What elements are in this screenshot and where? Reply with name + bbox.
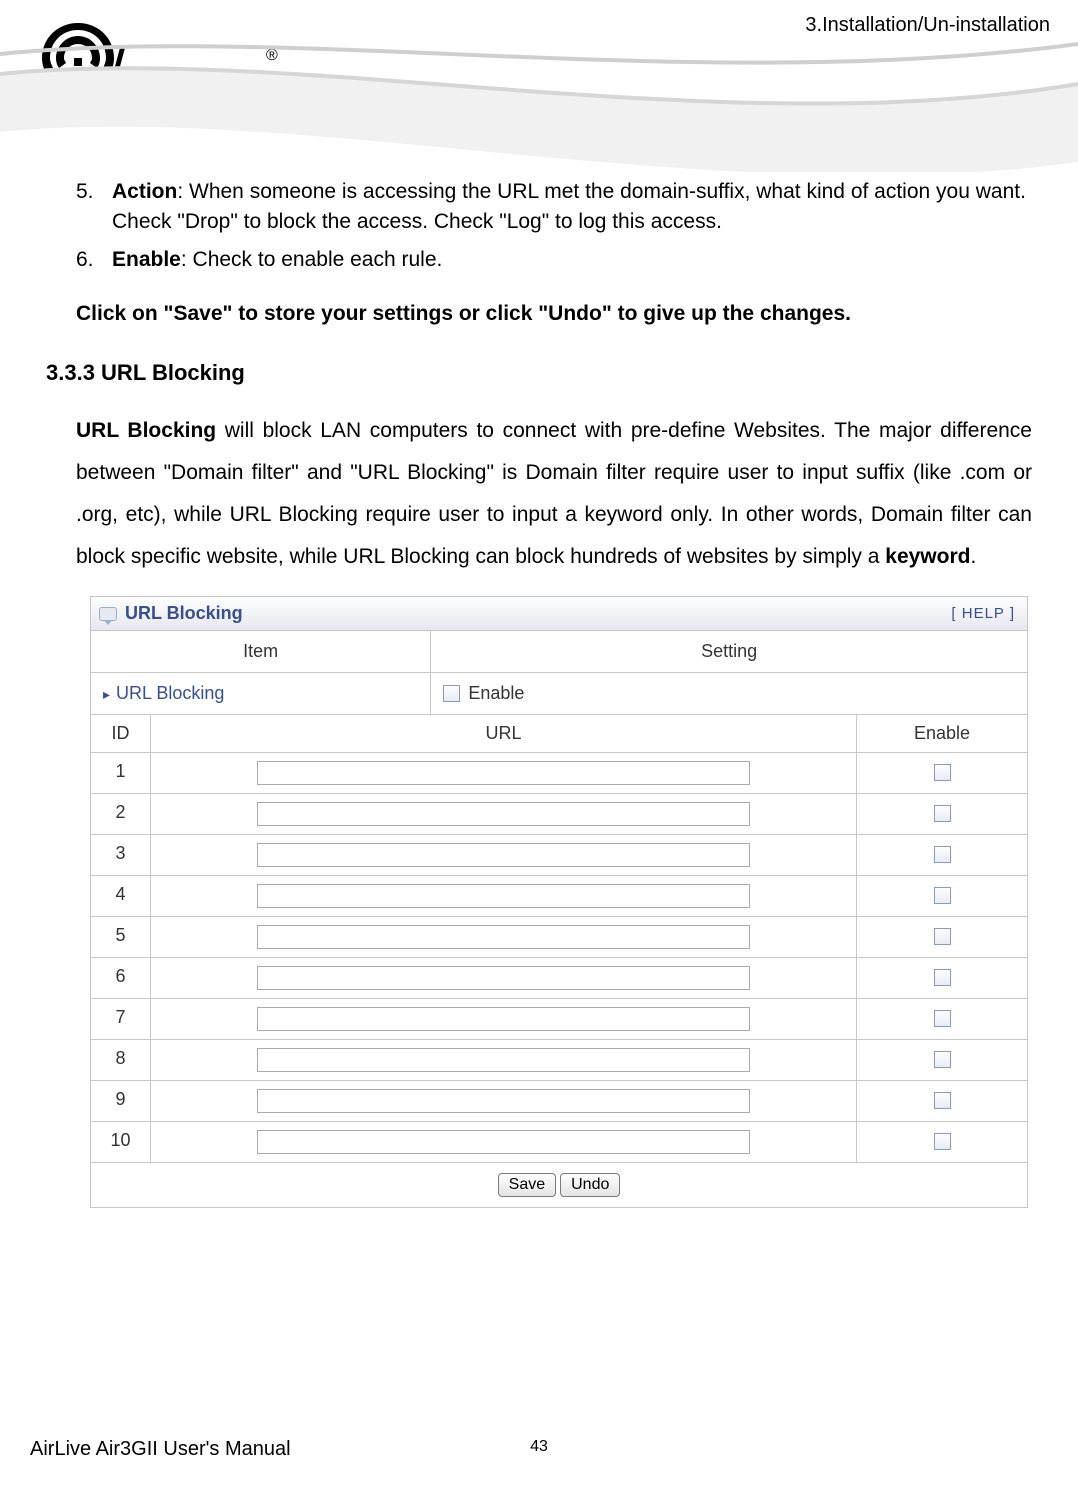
url-input[interactable] bbox=[257, 802, 750, 826]
table-row: 9 bbox=[91, 1081, 1027, 1122]
row-id: 5 bbox=[91, 917, 151, 957]
row-id: 8 bbox=[91, 1040, 151, 1080]
keyword-bold: keyword bbox=[885, 545, 970, 568]
panel-title: URL Blocking bbox=[125, 603, 243, 624]
speech-bubble-icon bbox=[99, 607, 117, 621]
enable-bold: Enable bbox=[112, 248, 181, 271]
url-blocking-panel: URL Blocking [ HELP ] Item Setting URL B… bbox=[90, 596, 1028, 1208]
section-heading: 3.3.3 URL Blocking bbox=[46, 360, 1032, 386]
enable-column-header: Enable bbox=[857, 715, 1027, 752]
manual-title: AirLive Air3GII User's Manual bbox=[30, 1438, 291, 1461]
table-row: 10 bbox=[91, 1122, 1027, 1163]
row-id: 7 bbox=[91, 999, 151, 1039]
save-button[interactable]: Save bbox=[498, 1173, 556, 1197]
row-enable-checkbox[interactable] bbox=[934, 1133, 951, 1150]
row-enable-checkbox[interactable] bbox=[934, 1051, 951, 1068]
row-enable-checkbox[interactable] bbox=[934, 846, 951, 863]
row-enable-checkbox[interactable] bbox=[934, 887, 951, 904]
url-input[interactable] bbox=[257, 925, 750, 949]
table-row: 2 bbox=[91, 794, 1027, 835]
row-enable-checkbox[interactable] bbox=[934, 1092, 951, 1109]
panel-button-row: Save Undo bbox=[91, 1163, 1027, 1207]
url-blocking-setting-row: URL Blocking Enable bbox=[91, 673, 1027, 715]
table-row: 3 bbox=[91, 835, 1027, 876]
enable-desc: : Check to enable each rule. bbox=[181, 248, 443, 271]
row-id: 2 bbox=[91, 794, 151, 834]
help-link[interactable]: [ HELP ] bbox=[951, 605, 1015, 622]
item-column-header: Item bbox=[91, 631, 431, 672]
id-column-header: ID bbox=[91, 715, 151, 752]
table-row: 7 bbox=[91, 999, 1027, 1040]
row-id: 1 bbox=[91, 753, 151, 793]
url-input[interactable] bbox=[257, 1089, 750, 1113]
action-desc-line2: Check "Drop" to block the access. Check … bbox=[112, 210, 1032, 234]
undo-button[interactable]: Undo bbox=[560, 1173, 620, 1197]
svg-text:Air Live: Air Live bbox=[33, 68, 204, 118]
url-input[interactable] bbox=[257, 1130, 750, 1154]
url-input[interactable] bbox=[257, 1007, 750, 1031]
url-blocking-lead: URL Blocking bbox=[76, 419, 216, 442]
chapter-header: 3.Installation/Un-installation bbox=[805, 14, 1050, 37]
list-number: 5. bbox=[76, 180, 102, 204]
page-footer: AirLive Air3GII User's Manual 43 bbox=[30, 1438, 1048, 1461]
url-table-header-row: ID URL Enable bbox=[91, 715, 1027, 753]
table-row: 4 bbox=[91, 876, 1027, 917]
row-enable-checkbox[interactable] bbox=[934, 805, 951, 822]
url-input[interactable] bbox=[257, 1048, 750, 1072]
panel-header: URL Blocking [ HELP ] bbox=[91, 597, 1027, 631]
item-setting-header-row: Item Setting bbox=[91, 631, 1027, 673]
url-input[interactable] bbox=[257, 884, 750, 908]
url-input[interactable] bbox=[257, 966, 750, 990]
row-id: 3 bbox=[91, 835, 151, 875]
url-blocking-enable-label: Enable bbox=[468, 683, 524, 704]
url-blocking-paragraph: URL Blocking will block LAN computers to… bbox=[76, 410, 1032, 578]
url-input[interactable] bbox=[257, 843, 750, 867]
setting-column-header: Setting bbox=[431, 631, 1027, 672]
svg-text:®: ® bbox=[266, 47, 278, 64]
url-input[interactable] bbox=[257, 761, 750, 785]
action-desc-line1: : When someone is accessing the URL met … bbox=[177, 180, 1026, 203]
row-enable-checkbox[interactable] bbox=[934, 969, 951, 986]
url-blocking-tail: . bbox=[970, 545, 976, 568]
list-number: 6. bbox=[76, 248, 102, 272]
row-enable-checkbox[interactable] bbox=[934, 764, 951, 781]
save-undo-note: Click on "Save" to store your settings o… bbox=[76, 302, 1032, 326]
row-enable-checkbox[interactable] bbox=[934, 928, 951, 945]
row-id: 10 bbox=[91, 1122, 151, 1162]
url-blocking-item-label: URL Blocking bbox=[91, 673, 431, 714]
list-item-5: 5. Action: When someone is accessing the… bbox=[76, 180, 1032, 234]
url-column-header: URL bbox=[151, 715, 857, 752]
row-id: 6 bbox=[91, 958, 151, 998]
row-id: 9 bbox=[91, 1081, 151, 1121]
page-number: 43 bbox=[530, 1438, 548, 1456]
list-item-6: 6. Enable: Check to enable each rule. bbox=[76, 248, 1032, 272]
airlive-logo: Air Live ® bbox=[28, 18, 288, 123]
action-bold: Action bbox=[112, 180, 177, 203]
table-row: 6 bbox=[91, 958, 1027, 999]
row-id: 4 bbox=[91, 876, 151, 916]
table-row: 5 bbox=[91, 917, 1027, 958]
table-row: 1 bbox=[91, 753, 1027, 794]
table-row: 8 bbox=[91, 1040, 1027, 1081]
row-enable-checkbox[interactable] bbox=[934, 1010, 951, 1027]
url-blocking-enable-checkbox[interactable] bbox=[443, 685, 460, 702]
